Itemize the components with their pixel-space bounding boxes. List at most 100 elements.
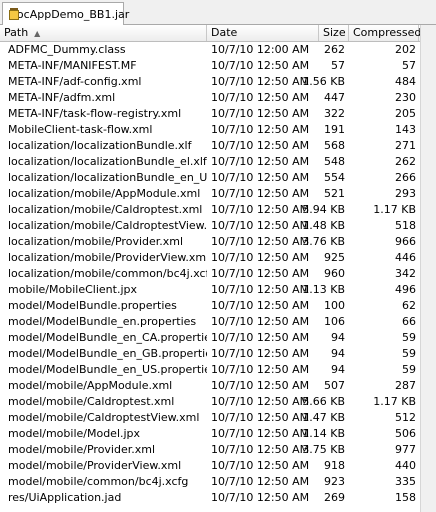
cell-path: localization/mobile/ProviderView.xml: [8, 251, 207, 264]
cell-path: META-INF/adf-config.xml: [8, 75, 142, 88]
cell-size: 100: [324, 299, 345, 312]
cell-size: 191: [324, 123, 345, 136]
table-header: Path ▲ Date Size Compressed: [0, 25, 436, 42]
cell-path: res/UiApplication.jad: [8, 491, 122, 504]
cell-compressed: 202: [395, 43, 416, 56]
table-row[interactable]: localization/mobile/Provider.xml 10/7/10 …: [0, 234, 420, 250]
column-header-compressed[interactable]: Compressed: [349, 25, 422, 41]
cell-path: model/mobile/CaldroptestView.xml: [8, 411, 200, 424]
cell-compressed: 62: [402, 299, 416, 312]
cell-compressed: 440: [395, 459, 416, 472]
table-row[interactable]: META-INF/adf-config.xml 10/7/10 12:50 AM 1…: [0, 74, 420, 90]
cell-compressed: 59: [402, 331, 416, 344]
cell-size: 57: [331, 59, 345, 72]
cell-size: 3.75 KB: [302, 443, 345, 456]
column-header-compressed-label: Compressed: [353, 26, 422, 39]
table-row[interactable]: mobile/MobileClient.jpx 10/7/10 12:50 AM 1…: [0, 282, 420, 298]
tab-jar-file[interactable]: LocAppDemo_BB1.jar: [2, 2, 129, 25]
cell-size: 568: [324, 139, 345, 152]
table-row[interactable]: model/mobile/common/bc4j.xcfg 10/7/10 12:…: [0, 474, 420, 490]
cell-path: localization/mobile/AppModule.xml: [8, 187, 201, 200]
cell-compressed: 59: [402, 363, 416, 376]
table-row[interactable]: MobileClient-task-flow.xml 10/7/10 12:50 …: [0, 122, 420, 138]
cell-size: 1.13 KB: [302, 283, 345, 296]
table-row[interactable]: model/ModelBundle_en_GB.properties 10/7/1…: [0, 346, 420, 362]
cell-compressed: 143: [395, 123, 416, 136]
cell-path: model/ModelBundle_en.properties: [8, 315, 197, 328]
table-row[interactable]: ADFMC_Dummy.class 10/7/10 12:00 AM 262 202: [0, 42, 420, 58]
cell-path: model/mobile/AppModule.xml: [8, 379, 173, 392]
cell-compressed: 59: [402, 347, 416, 360]
cell-size: 548: [324, 155, 345, 168]
cell-size: 94: [331, 347, 345, 360]
cell-size: 521: [324, 187, 345, 200]
cell-compressed: 262: [395, 155, 416, 168]
table-row[interactable]: model/mobile/Caldroptest.xml 10/7/10 12:5…: [0, 394, 420, 410]
column-header-date-label: Date: [211, 26, 238, 39]
cell-compressed: 1.17 KB: [373, 203, 416, 216]
cell-path: localization/mobile/common/bc4j.xcfg: [8, 267, 207, 280]
cell-path: META-INF/adfm.xml: [8, 91, 116, 104]
cell-size: 106: [324, 315, 345, 328]
cell-compressed: 230: [395, 91, 416, 104]
table-row[interactable]: model/mobile/Provider.xml 10/7/10 12:50 A…: [0, 442, 420, 458]
cell-size: 5.94 KB: [302, 203, 345, 216]
cell-compressed: 1.17 KB: [373, 395, 416, 408]
cell-compressed: 966: [395, 235, 416, 248]
cell-size: 5.66 KB: [302, 395, 345, 408]
table-row[interactable]: res/UiApplication.jad 10/7/10 12:50 AM 269…: [0, 490, 420, 506]
table-row[interactable]: model/mobile/CaldroptestView.xml 10/7/10 …: [0, 410, 420, 426]
table-row[interactable]: localization/localizationBundle.xlf 10/7/…: [0, 138, 420, 154]
cell-size: 960: [324, 267, 345, 280]
cell-path: model/ModelBundle_en_CA.properties: [8, 331, 207, 344]
cell-path: localization/mobile/Caldroptest.xml: [8, 203, 203, 216]
table-row[interactable]: localization/mobile/Caldroptest.xml 10/7/…: [0, 202, 420, 218]
cell-path: MobileClient-task-flow.xml: [8, 123, 153, 136]
table-row[interactable]: localization/mobile/ProviderView.xml 10/7…: [0, 250, 420, 266]
table-row[interactable]: localization/localizationBundle_en_US.xl…: [0, 170, 420, 186]
cell-size: 269: [324, 491, 345, 504]
cell-compressed: 496: [395, 283, 416, 296]
table-row[interactable]: META-INF/MANIFEST.MF 10/7/10 12:50 AM 57 57: [0, 58, 420, 74]
cell-compressed: 66: [402, 315, 416, 328]
cell-path: META-INF/MANIFEST.MF: [8, 59, 137, 72]
cell-compressed: 512: [395, 411, 416, 424]
table-row[interactable]: localization/mobile/CaldroptestView.xml 1…: [0, 218, 420, 234]
cell-compressed: 518: [395, 219, 416, 232]
cell-compressed: 335: [395, 475, 416, 488]
table-row[interactable]: model/ModelBundle_en_US.properties 10/7/1…: [0, 362, 420, 378]
tab-strip: LocAppDemo_BB1.jar: [0, 0, 436, 25]
cell-path: model/ModelBundle.properties: [8, 299, 177, 312]
cell-size: 447: [324, 91, 345, 104]
cell-size: 923: [324, 475, 345, 488]
cell-path: localization/localizationBundle.xlf: [8, 139, 192, 152]
table-row[interactable]: localization/mobile/common/bc4j.xcfg 10/7…: [0, 266, 420, 282]
cell-path: model/mobile/common/bc4j.xcfg: [8, 475, 189, 488]
cell-compressed: 57: [402, 59, 416, 72]
cell-path: ADFMC_Dummy.class: [8, 43, 126, 56]
table-row[interactable]: model/mobile/AppModule.xml 10/7/10 12:50 …: [0, 378, 420, 394]
cell-path: localization/mobile/Provider.xml: [8, 235, 184, 248]
vertical-scrollbar[interactable]: [420, 25, 436, 512]
cell-size: 1.56 KB: [302, 75, 345, 88]
column-header-size[interactable]: Size: [319, 25, 349, 41]
table-row[interactable]: model/ModelBundle_en.properties 10/7/10 1…: [0, 314, 420, 330]
cell-path: model/ModelBundle_en_GB.properties: [8, 347, 207, 360]
cell-size: 1.14 KB: [302, 427, 345, 440]
column-header-path[interactable]: Path ▲: [0, 25, 207, 41]
cell-compressed: 342: [395, 267, 416, 280]
cell-size: 1.47 KB: [302, 411, 345, 424]
cell-path: localization/localizationBundle_en_US.xl…: [8, 171, 207, 184]
table-row[interactable]: META-INF/task-flow-registry.xml 10/7/10 1…: [0, 106, 420, 122]
table-row[interactable]: model/mobile/Model.jpx 10/7/10 12:50 AM 1.…: [0, 426, 420, 442]
column-header-date[interactable]: Date: [207, 25, 319, 41]
cell-path: model/mobile/Provider.xml: [8, 443, 156, 456]
cell-compressed: 271: [395, 139, 416, 152]
table-row[interactable]: model/ModelBundle_en_CA.properties 10/7/1…: [0, 330, 420, 346]
table-row[interactable]: localization/localizationBundle_el.xlf 10…: [0, 154, 420, 170]
table-row[interactable]: model/ModelBundle.properties 10/7/10 12:5…: [0, 298, 420, 314]
table-row[interactable]: model/mobile/ProviderView.xml 10/7/10 12:…: [0, 458, 420, 474]
table-row[interactable]: META-INF/adfm.xml 10/7/10 12:50 AM 447 230: [0, 90, 420, 106]
table-row[interactable]: localization/mobile/AppModule.xml 10/7/10…: [0, 186, 420, 202]
cell-path: model/mobile/Caldroptest.xml: [8, 395, 175, 408]
